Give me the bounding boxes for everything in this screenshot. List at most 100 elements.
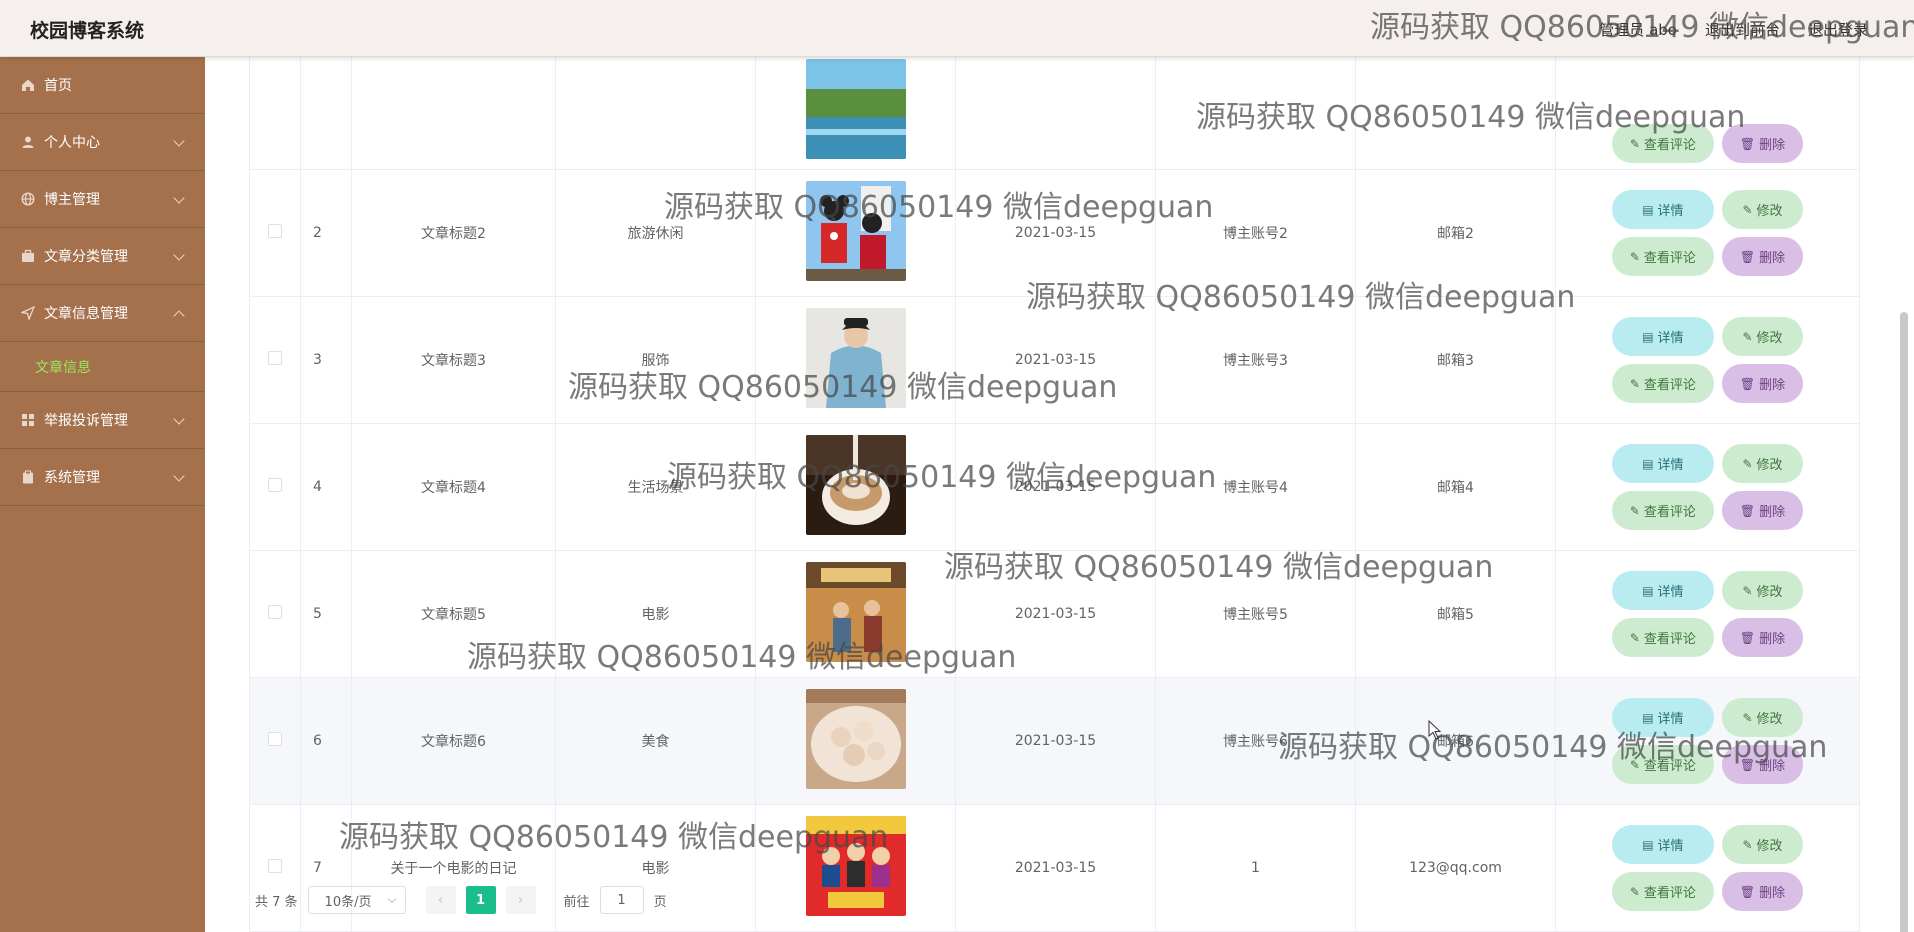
sidebar-item-report[interactable]: 举报投诉管理 (0, 392, 205, 449)
delete-button[interactable]: 🗑 删除 (1721, 237, 1804, 276)
article-thumbnail[interactable] (756, 59, 955, 163)
delete-button[interactable]: 🗑 删除 (1721, 872, 1804, 911)
sidebar-item-blogger[interactable]: 博主管理 (0, 171, 205, 228)
sidebar-item-label: 首页 (44, 78, 72, 94)
article-thumbnail[interactable] (756, 816, 955, 920)
frontend-link[interactable]: 退出到前台 (1705, 19, 1780, 40)
delete-button[interactable]: 🗑 删除 (1721, 618, 1804, 657)
trash-icon: 🗑 (1739, 376, 1756, 391)
article-thumbnail[interactable] (756, 689, 955, 793)
pencil-icon: ✎ (1742, 456, 1753, 471)
chevron-down-icon (173, 413, 185, 425)
chevron-down-icon (173, 192, 185, 204)
page-size-select[interactable]: 10条/页 (307, 886, 406, 914)
view-comments-button[interactable]: ✎ 查看评论 (1611, 237, 1714, 276)
next-page-button[interactable]: › (505, 886, 536, 914)
view-comments-button[interactable]: ✎ 查看评论 (1611, 124, 1714, 163)
sidebar-item-home[interactable]: 首页 (0, 57, 205, 114)
delete-button[interactable]: 🗑 删除 (1721, 745, 1804, 784)
sidebar-item-system[interactable]: 系统管理 (0, 449, 205, 506)
document-icon: ▤ (1642, 583, 1654, 598)
edit-button[interactable]: ✎ 修改 (1721, 571, 1804, 610)
edit-button[interactable]: ✎ 修改 (1721, 444, 1804, 483)
article-image-cell (755, 804, 956, 932)
briefcase-icon (20, 248, 36, 264)
edit-button[interactable]: ✎ 修改 (1721, 698, 1804, 737)
row-checkbox[interactable] (268, 478, 282, 492)
detail-button[interactable]: ▤ 详情 (1611, 825, 1714, 864)
row-index: 6 (300, 677, 352, 805)
pencil-icon: ✎ (1629, 503, 1640, 518)
row-checkbox[interactable] (268, 605, 282, 619)
goto-page-input[interactable] (599, 886, 644, 914)
row-checkbox[interactable] (268, 732, 282, 746)
delete-button[interactable]: 🗑 删除 (1721, 491, 1804, 530)
globe-icon (20, 191, 36, 207)
row-select-cell (249, 677, 301, 805)
edit-button[interactable]: ✎ 修改 (1721, 190, 1804, 229)
row-index: 2 (300, 169, 352, 297)
sidebar-item-label: 文章分类管理 (44, 249, 128, 265)
blogger-email: 邮箱3 (1355, 296, 1556, 424)
article-thumbnail[interactable] (756, 562, 955, 666)
row-checkbox[interactable] (268, 351, 282, 365)
article-thumbnail[interactable] (756, 308, 955, 412)
article-image-cell (755, 677, 956, 805)
row-checkbox[interactable] (268, 859, 282, 873)
article-image-cell (755, 550, 956, 678)
detail-button[interactable]: ▤ 详情 (1611, 698, 1714, 737)
admin-label: 管理员 abo (1599, 21, 1677, 39)
sidebar-item-personal[interactable]: 个人中心 (0, 114, 205, 171)
article-category: 生活场景 (555, 423, 756, 551)
blogger-email: 邮箱5 (1355, 550, 1556, 678)
logout-link[interactable]: 退出登录 (1808, 19, 1868, 40)
goto-prefix: 前往 (563, 894, 590, 910)
edit-button[interactable]: ✎ 修改 (1721, 317, 1804, 356)
chevron-down-icon (173, 249, 185, 261)
trash-icon: 🗑 (1739, 249, 1756, 264)
row-actions: ▤ 详情 ✎ 修改 ✎ 查看评论 🗑 删除 (1555, 423, 1860, 551)
detail-button[interactable]: ▤ 详情 (1611, 444, 1714, 483)
page-number-current[interactable]: 1 (465, 886, 496, 914)
scrollbar[interactable] (1900, 312, 1908, 932)
article-image-cell (755, 423, 956, 551)
prev-page-button[interactable]: ‹ (425, 886, 456, 914)
app-title: 校园博客系统 (30, 20, 145, 42)
trash-icon: 🗑 (1739, 884, 1756, 899)
delete-button[interactable]: 🗑 删除 (1721, 124, 1804, 163)
article-category: 电影 (555, 550, 756, 678)
edit-button[interactable]: ✎ 修改 (1721, 825, 1804, 864)
article-category: 服饰 (555, 296, 756, 424)
blogger-email (1355, 42, 1556, 170)
sidebar-item-article[interactable]: 文章信息管理 (0, 285, 205, 342)
view-comments-button[interactable]: ✎ 查看评论 (1611, 745, 1714, 784)
row-select-cell (249, 296, 301, 424)
mouse-cursor-icon (1428, 719, 1442, 744)
detail-button[interactable]: ▤ 详情 (1611, 571, 1714, 610)
goto-suffix: 页 (653, 894, 667, 910)
row-checkbox[interactable] (268, 224, 282, 238)
view-comments-button[interactable]: ✎ 查看评论 (1611, 872, 1714, 911)
pencil-icon: ✎ (1742, 202, 1753, 217)
article-table: ✎ 查看评论 🗑 删除 2 文章标题2 旅游休闲 2021-03-15 博主账号2 邮箱2 ▤ 详情 ✎… (249, 42, 1860, 932)
article-thumbnail[interactable] (756, 181, 955, 285)
sidebar-item-label: 举报投诉管理 (44, 413, 128, 429)
sidebar-item-category[interactable]: 文章分类管理 (0, 228, 205, 285)
sidebar-subitem-label: 文章信息 (35, 359, 91, 376)
row-actions: ▤ 详情 ✎ 修改 ✎ 查看评论 🗑 删除 (1555, 550, 1860, 678)
view-comments-button[interactable]: ✎ 查看评论 (1611, 364, 1714, 403)
sidebar-item-label: 个人中心 (44, 135, 100, 151)
delete-button[interactable]: 🗑 删除 (1721, 364, 1804, 403)
article-title: 文章标题2 (351, 169, 556, 297)
trash-icon: 🗑 (1739, 136, 1756, 151)
detail-button[interactable]: ▤ 详情 (1611, 190, 1714, 229)
view-comments-button[interactable]: ✎ 查看评论 (1611, 618, 1714, 657)
row-select-cell (249, 169, 301, 297)
article-date: 2021-03-15 (955, 423, 1156, 551)
main-content: ✎ 查看评论 🗑 删除 2 文章标题2 旅游休闲 2021-03-15 博主账号2 邮箱2 ▤ 详情 ✎… (205, 42, 1914, 932)
document-icon: ▤ (1642, 329, 1654, 344)
sidebar-subitem-article-info[interactable]: 文章信息 (0, 342, 205, 392)
detail-button[interactable]: ▤ 详情 (1611, 317, 1714, 356)
article-thumbnail[interactable] (756, 435, 955, 539)
view-comments-button[interactable]: ✎ 查看评论 (1611, 491, 1714, 530)
